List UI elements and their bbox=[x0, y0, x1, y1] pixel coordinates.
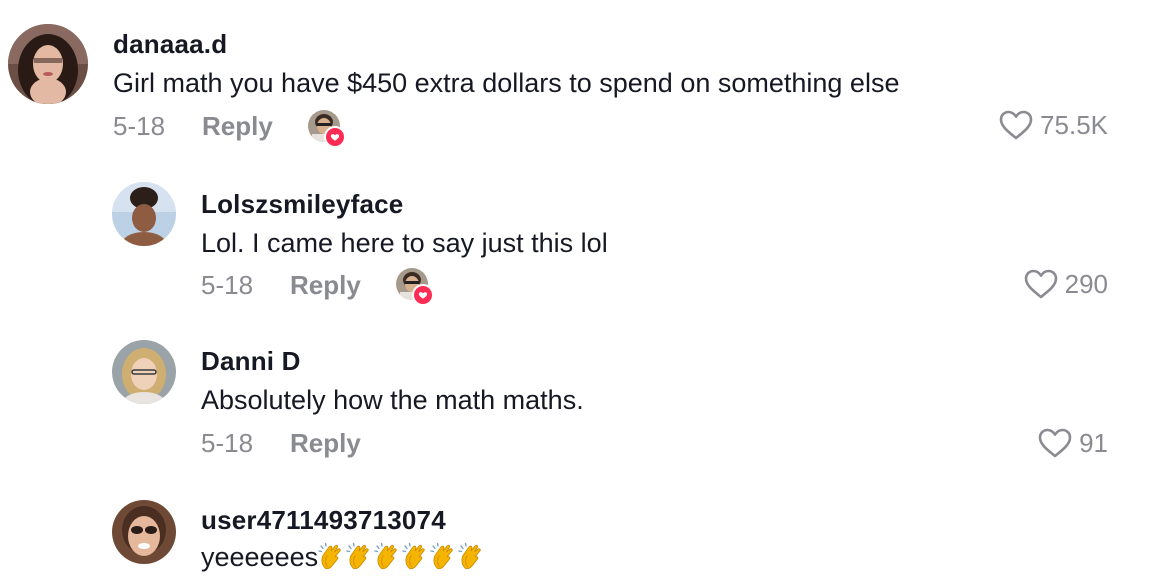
creator-liked-badge bbox=[308, 110, 346, 148]
comment-item: danaaa.d Girl math you have $450 extra d… bbox=[0, 0, 1154, 160]
reply-button[interactable]: Reply bbox=[202, 111, 273, 142]
avatar[interactable] bbox=[112, 500, 176, 564]
comment-date: 5-18 bbox=[113, 111, 166, 141]
comment-text: yeeeeees bbox=[201, 542, 486, 573]
reply-button[interactable]: Reply bbox=[290, 270, 361, 301]
comment-text: Absolutely how the math maths. bbox=[201, 385, 584, 415]
comment-username[interactable]: Lolszsmileyface bbox=[201, 189, 403, 220]
clapping-hands-icon bbox=[374, 542, 397, 570]
comment-item: Lolszsmileyface Lol. I came here to say … bbox=[0, 160, 1154, 320]
comment-text-content: yeeeeees bbox=[201, 542, 319, 572]
comment-item: user4711493713074 yeeeeees bbox=[0, 480, 1154, 582]
clapping-hands-icon bbox=[402, 542, 425, 570]
comment-item: Danni D Absolutely how the math maths. 5… bbox=[0, 320, 1154, 480]
like-button[interactable]: 91 bbox=[1037, 427, 1108, 459]
like-count: 290 bbox=[1064, 268, 1108, 299]
emoji-row bbox=[318, 542, 486, 572]
avatar[interactable] bbox=[8, 24, 88, 104]
comment-text: Lol. I came here to say just this lol bbox=[201, 228, 608, 258]
clapping-hands-icon bbox=[458, 542, 481, 570]
comment-username[interactable]: danaaa.d bbox=[113, 29, 227, 60]
reply-button[interactable]: Reply bbox=[290, 428, 361, 459]
like-count: 91 bbox=[1079, 427, 1108, 458]
like-button[interactable]: 290 bbox=[1023, 268, 1108, 300]
clapping-hands-icon bbox=[318, 542, 341, 570]
avatar[interactable] bbox=[112, 182, 176, 246]
heart-outline-icon bbox=[1038, 428, 1072, 458]
comment-text: Girl math you have $450 extra dollars to… bbox=[113, 68, 900, 98]
like-count: 75.5K bbox=[1040, 109, 1108, 140]
like-button[interactable]: 75.5K bbox=[998, 109, 1108, 141]
heart-badge-icon bbox=[412, 284, 434, 306]
heart-outline-icon bbox=[1024, 269, 1057, 299]
avatar[interactable] bbox=[112, 340, 176, 404]
comment-username[interactable]: user4711493713074 bbox=[201, 505, 446, 536]
heart-badge-icon bbox=[324, 126, 346, 148]
comment-date: 5-18 bbox=[201, 428, 254, 458]
creator-liked-badge bbox=[396, 268, 434, 306]
comment-date: 5-18 bbox=[201, 270, 254, 300]
comment-username[interactable]: Danni D bbox=[201, 346, 301, 377]
clapping-hands-icon bbox=[346, 542, 369, 570]
heart-outline-icon bbox=[999, 110, 1033, 140]
clapping-hands-icon bbox=[430, 542, 453, 570]
